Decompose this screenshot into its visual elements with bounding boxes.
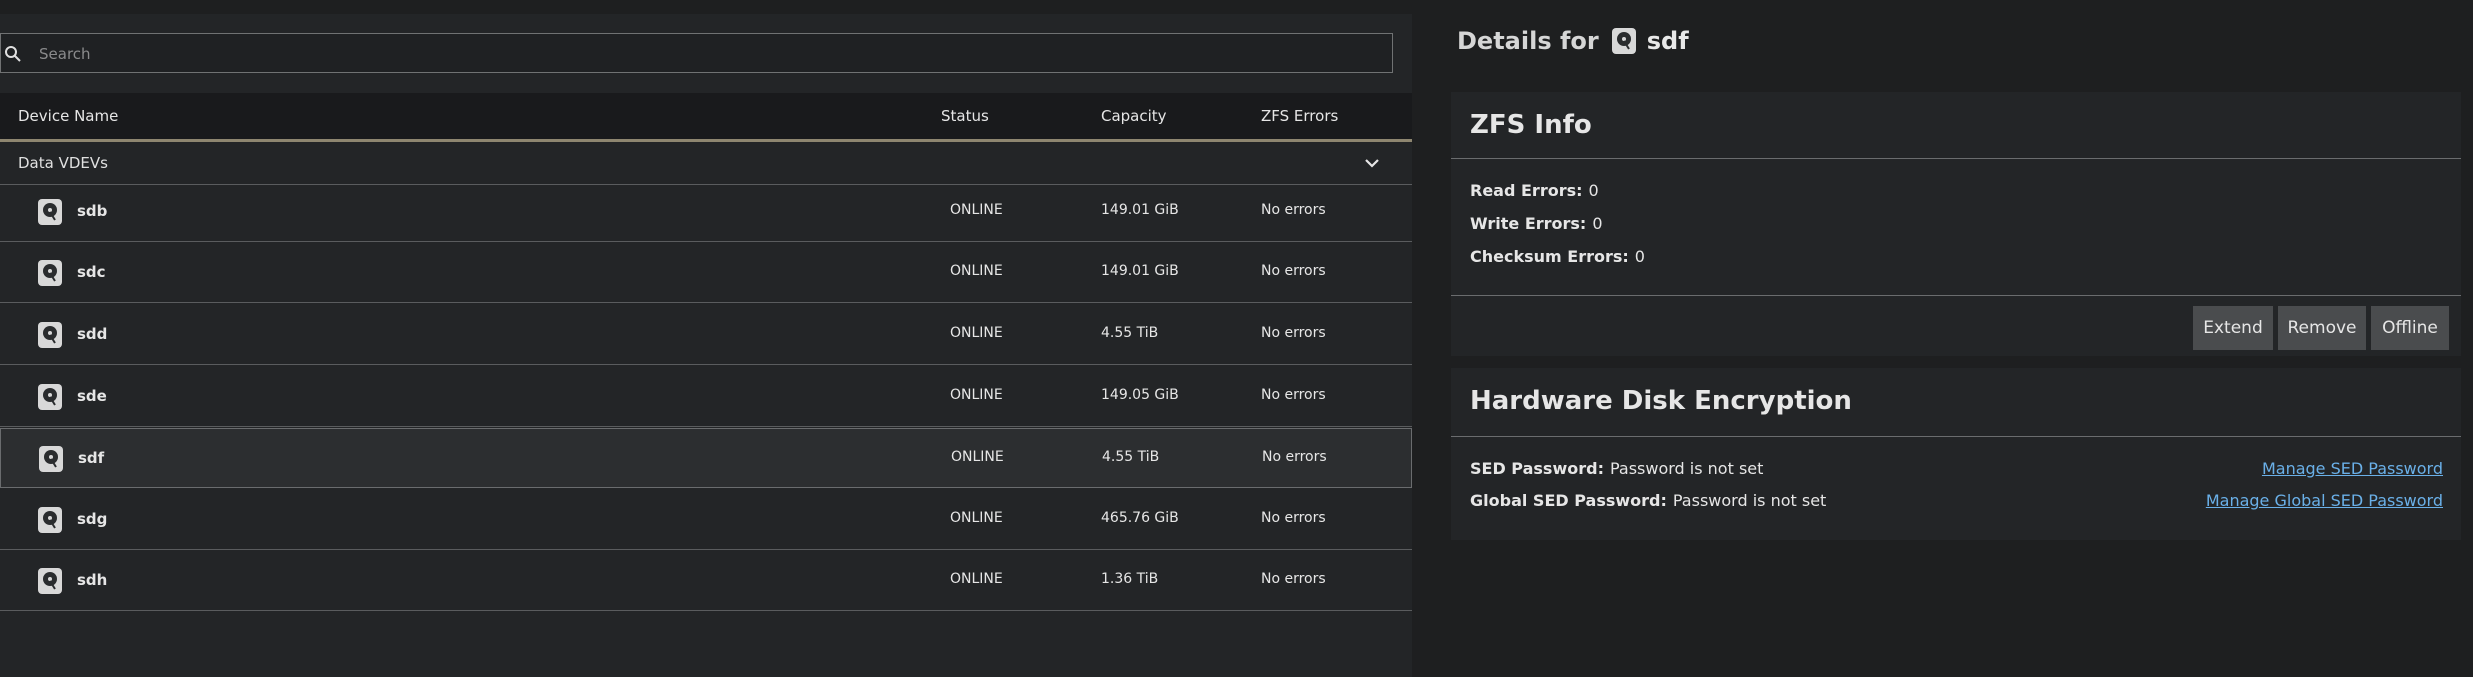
device-status: ONLINE xyxy=(950,387,1003,403)
manage-sed-password-link[interactable]: Manage SED Password xyxy=(2262,459,2443,478)
table-row[interactable]: sdb ONLINE 149.01 GiB No errors xyxy=(0,182,1412,242)
read-errors-label: Read Errors: xyxy=(1470,181,1583,200)
details-prefix: Details for xyxy=(1457,27,1599,55)
device-name: sdh xyxy=(77,571,108,589)
divider xyxy=(1451,158,2461,159)
offline-button[interactable]: Offline xyxy=(2371,306,2449,350)
zfs-info-title: ZFS Info xyxy=(1470,110,1592,140)
global-sed-password: Global SED Password: Password is not set xyxy=(1470,491,1826,510)
device-name: sdf xyxy=(78,449,105,467)
hard-disk-icon xyxy=(39,446,63,472)
hard-disk-icon xyxy=(38,322,62,348)
hard-disk-icon xyxy=(38,568,62,594)
checksum-errors: Checksum Errors: 0 xyxy=(1470,247,1645,266)
device-status: ONLINE xyxy=(950,510,1003,526)
group-data-vdevs[interactable]: Data VDEVs xyxy=(0,142,1412,185)
hard-disk-icon xyxy=(38,199,62,225)
device-status: ONLINE xyxy=(950,325,1003,341)
app-root: Device Name Status Capacity ZFS Errors D… xyxy=(0,0,2473,677)
chevron-down-icon[interactable] xyxy=(1362,153,1382,173)
hardware-encryption-card: Hardware Disk Encryption SED Password: Pa… xyxy=(1451,368,2461,540)
device-capacity: 4.55 TiB xyxy=(1102,449,1160,465)
device-capacity: 1.36 TiB xyxy=(1101,571,1159,587)
table-row[interactable]: sdd ONLINE 4.55 TiB No errors xyxy=(0,305,1412,365)
device-capacity: 149.01 GiB xyxy=(1101,263,1179,279)
sed-password-value: Password is not set xyxy=(1609,459,1764,478)
device-capacity: 465.76 GiB xyxy=(1101,510,1179,526)
device-status: ONLINE xyxy=(950,571,1003,587)
hard-disk-icon xyxy=(38,260,62,286)
write-errors-value: 0 xyxy=(1592,214,1603,233)
device-zfs-errors: No errors xyxy=(1261,325,1326,341)
device-name: sdc xyxy=(77,263,106,281)
details-device-name: sdf xyxy=(1646,27,1689,55)
device-status: ONLINE xyxy=(950,263,1003,279)
device-capacity: 149.05 GiB xyxy=(1101,387,1179,403)
table-header: Device Name Status Capacity ZFS Errors xyxy=(0,93,1412,142)
device-zfs-errors: No errors xyxy=(1261,571,1326,587)
details-title: Details for sdf xyxy=(1457,27,1689,55)
read-errors-value: 0 xyxy=(1588,181,1599,200)
device-name: sdb xyxy=(77,202,108,220)
device-zfs-errors: No errors xyxy=(1261,263,1326,279)
col-device-name[interactable]: Device Name xyxy=(18,107,118,125)
global-sed-password-value: Password is not set xyxy=(1672,491,1827,510)
manage-global-sed-password-link[interactable]: Manage Global SED Password xyxy=(2206,491,2443,510)
global-sed-password-label: Global SED Password: xyxy=(1470,491,1667,510)
write-errors-label: Write Errors: xyxy=(1470,214,1587,233)
col-capacity[interactable]: Capacity xyxy=(1101,107,1167,125)
group-label: Data VDEVs xyxy=(18,154,108,172)
remove-button[interactable]: Remove xyxy=(2278,306,2366,350)
hard-disk-icon xyxy=(1611,28,1636,54)
divider xyxy=(1451,436,2461,437)
search-box[interactable] xyxy=(0,33,1393,74)
device-name: sdd xyxy=(77,325,108,343)
search-input[interactable] xyxy=(37,34,1381,74)
hard-disk-icon xyxy=(38,384,62,410)
table-row[interactable]: sde ONLINE 149.05 GiB No errors xyxy=(0,367,1412,427)
search-icon xyxy=(5,46,21,62)
checksum-errors-label: Checksum Errors: xyxy=(1470,247,1629,266)
read-errors: Read Errors: 0 xyxy=(1470,181,1599,200)
write-errors: Write Errors: 0 xyxy=(1470,214,1603,233)
devices-pane: Device Name Status Capacity ZFS Errors D… xyxy=(0,14,1412,677)
device-status: ONLINE xyxy=(950,202,1003,218)
col-status[interactable]: Status xyxy=(941,107,989,125)
device-zfs-errors: No errors xyxy=(1261,202,1326,218)
sed-password-label: SED Password: xyxy=(1470,459,1604,478)
col-zfs-errors[interactable]: ZFS Errors xyxy=(1261,107,1338,125)
device-capacity: 149.01 GiB xyxy=(1101,202,1179,218)
device-status: ONLINE xyxy=(951,449,1004,465)
table-row[interactable]: sdc ONLINE 149.01 GiB No errors xyxy=(0,243,1412,303)
divider xyxy=(1451,295,2461,296)
device-zfs-errors: No errors xyxy=(1262,449,1327,465)
device-zfs-errors: No errors xyxy=(1261,510,1326,526)
device-zfs-errors: No errors xyxy=(1261,387,1326,403)
hard-disk-icon xyxy=(38,507,62,533)
sed-password: SED Password: Password is not set xyxy=(1470,459,1763,478)
checksum-errors-value: 0 xyxy=(1634,247,1645,266)
device-name: sdg xyxy=(77,510,108,528)
device-name: sde xyxy=(77,387,107,405)
encryption-title: Hardware Disk Encryption xyxy=(1470,386,1852,416)
table-row[interactable]: sdf ONLINE 4.55 TiB No errors xyxy=(0,428,1412,488)
extend-button[interactable]: Extend xyxy=(2193,306,2273,350)
table-row[interactable]: sdg ONLINE 465.76 GiB No errors xyxy=(0,490,1412,550)
table-row[interactable]: sdh ONLINE 1.36 TiB No errors xyxy=(0,551,1412,611)
device-capacity: 4.55 TiB xyxy=(1101,325,1159,341)
